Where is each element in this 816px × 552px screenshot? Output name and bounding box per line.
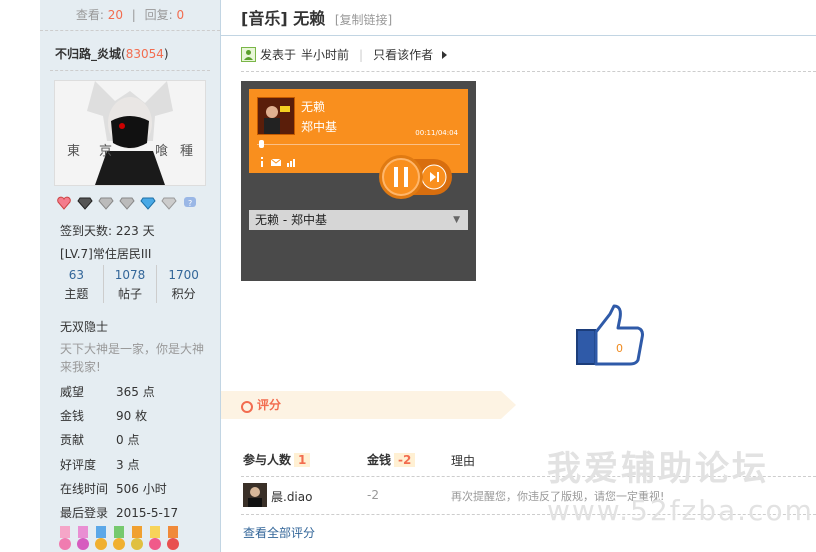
diamond-badge-gray-icon[interactable] bbox=[98, 196, 114, 210]
volume-bars-icon[interactable] bbox=[287, 157, 297, 167]
field-online-time: 在线时间 506 小时 bbox=[60, 482, 167, 496]
mail-icon[interactable] bbox=[271, 157, 281, 167]
post-category[interactable]: [音乐] bbox=[241, 9, 288, 28]
avatar-char-1: 東 bbox=[67, 143, 80, 159]
progress-handle[interactable] bbox=[259, 140, 264, 148]
rating-circle-icon bbox=[241, 401, 253, 413]
medal-pink-icon[interactable] bbox=[58, 526, 72, 552]
field-contribution: 贡献 0 点 bbox=[60, 433, 140, 447]
medal-blue-icon[interactable] bbox=[94, 526, 108, 552]
avatar-image: 東 京 喰 種 bbox=[55, 81, 205, 185]
info-icon[interactable] bbox=[259, 157, 265, 167]
stat-points[interactable]: 1700 积分 bbox=[156, 265, 210, 303]
avatar-char-2: 京 bbox=[99, 144, 112, 159]
playlist-item[interactable]: 无赖 - 郑中基 ▼ bbox=[249, 210, 468, 230]
download-icon[interactable]: ▼ bbox=[453, 210, 460, 230]
left-margin bbox=[0, 0, 40, 552]
diamond-badge-dark-icon[interactable] bbox=[77, 196, 93, 210]
user-level[interactable]: [LV.7]常住居民III bbox=[60, 245, 151, 262]
rater-name[interactable]: 晨.diao bbox=[271, 488, 312, 505]
stat-threads[interactable]: 63 主题 bbox=[50, 265, 103, 303]
rater-avatar[interactable] bbox=[243, 483, 267, 507]
track-title: 无赖 bbox=[301, 100, 326, 114]
medal-green-icon[interactable] bbox=[112, 526, 126, 552]
user-motto: 天下大神是一家，你是大神来我家! bbox=[60, 342, 205, 374]
author-sidebar: 查看: 20 | 回复: 0 不归路_炎城(83054) 東 京 喰 種 ? 签… bbox=[40, 0, 221, 552]
medal-heart-icon[interactable] bbox=[148, 526, 162, 552]
divider bbox=[221, 35, 816, 36]
post-title: [音乐] 无赖 [复制链接] bbox=[241, 5, 392, 29]
field-last-login: 最后登录 2015-5-17 bbox=[60, 506, 179, 520]
divider bbox=[50, 70, 210, 71]
field-rating: 好评度 3 点 bbox=[60, 458, 140, 472]
medal-row bbox=[58, 526, 180, 552]
medal-pink-icon[interactable] bbox=[76, 526, 90, 552]
field-prestige: 威望 365 点 bbox=[60, 385, 155, 399]
post-title-text: 无赖 bbox=[293, 9, 326, 28]
avatar-char-4: 種 bbox=[180, 143, 193, 159]
col-reason: 理由 bbox=[451, 454, 476, 468]
money-total: -2 bbox=[394, 453, 416, 467]
stat-posts[interactable]: 1078 帖子 bbox=[102, 265, 157, 303]
avatar-char-3: 喰 bbox=[155, 143, 168, 159]
avatar[interactable]: 東 京 喰 種 bbox=[54, 80, 206, 186]
svg-text:?: ? bbox=[188, 199, 192, 208]
track-info: 无赖 郑中基 bbox=[301, 97, 337, 137]
view-reply-stats: 查看: 20 | 回复: 0 bbox=[40, 0, 220, 31]
diamond-badge-gray-icon[interactable] bbox=[161, 196, 177, 210]
track-time: 00:11/04:04 bbox=[415, 129, 458, 137]
post-content: [音乐] 无赖 [复制链接] 发表于 半小时前 | 只看该作者 无赖 郑中基 0… bbox=[221, 0, 816, 552]
user-stats: 63 主题 1078 帖子 1700 积分 bbox=[50, 265, 210, 303]
album-cover bbox=[257, 97, 295, 135]
chat-badge-icon[interactable]: ? bbox=[182, 196, 198, 210]
rating-section-title: 评分 bbox=[257, 398, 282, 412]
diamond-badge-blue-icon[interactable] bbox=[140, 196, 156, 210]
author-uid: 83054 bbox=[125, 47, 164, 61]
post-meta: 发表于 半小时前 | 只看该作者 bbox=[241, 46, 449, 63]
online-user-icon bbox=[241, 47, 256, 62]
reply-count: 0 bbox=[176, 8, 185, 22]
rater-money: -2 bbox=[367, 488, 379, 502]
divider bbox=[241, 71, 816, 72]
like-count: 0 bbox=[616, 342, 623, 355]
custom-title: 无双隐士 bbox=[60, 320, 109, 334]
progress-bar[interactable] bbox=[257, 144, 460, 145]
medal-orange-icon[interactable] bbox=[166, 526, 180, 552]
album-art-image bbox=[258, 98, 294, 134]
author-name[interactable]: 不归路_炎城(83054) bbox=[55, 45, 169, 62]
like-button[interactable]: 0 bbox=[576, 304, 646, 368]
music-player: 无赖 郑中基 00:11/04:04 无赖 - 郑中基 ▼ bbox=[241, 81, 476, 281]
col-money: 金钱 -2 bbox=[367, 451, 416, 468]
diamond-badge-gray-icon[interactable] bbox=[119, 196, 135, 210]
arrow-right-icon[interactable] bbox=[439, 50, 449, 60]
heart-badge-icon[interactable] bbox=[56, 196, 72, 210]
watermark-title: 我爱辅助论坛 bbox=[547, 449, 769, 489]
medal-gold-icon[interactable] bbox=[130, 526, 144, 552]
view-count: 20 bbox=[107, 8, 123, 22]
view-all-ratings-link[interactable]: 查看全部评分 bbox=[243, 524, 315, 541]
player-tools bbox=[259, 157, 297, 167]
only-author-link[interactable]: 只看该作者 bbox=[373, 46, 433, 63]
participants-count: 1 bbox=[294, 453, 311, 467]
player-controls bbox=[379, 155, 452, 199]
checkin-days: 签到天数: 223 天 bbox=[60, 224, 155, 238]
badge-row: ? bbox=[56, 196, 198, 210]
post-time: 半小时前 bbox=[301, 48, 350, 62]
track-artist: 郑中基 bbox=[301, 120, 338, 134]
watermark-url: www.52fzba.com bbox=[547, 494, 814, 527]
thumbs-up-icon[interactable]: 0 bbox=[576, 304, 646, 368]
copy-link-button[interactable]: [复制链接] bbox=[335, 13, 392, 27]
rater-avatar-image bbox=[243, 483, 267, 507]
col-participants: 参与人数 1 bbox=[243, 451, 311, 468]
field-money: 金钱 90 枚 bbox=[60, 409, 148, 423]
